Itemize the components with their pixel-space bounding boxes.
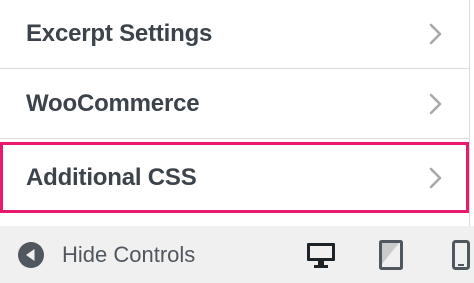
menu-item-label: WooCommerce: [26, 90, 200, 117]
mobile-icon: [452, 240, 470, 270]
tablet-icon: [379, 240, 403, 270]
chevron-right-icon: [429, 23, 442, 45]
hide-controls-label: Hide Controls: [62, 242, 196, 267]
menu-item-woocommerce[interactable]: WooCommerce: [0, 70, 469, 139]
collapse-arrow-icon: [18, 242, 44, 268]
menu-item-additional-css[interactable]: Additional CSS: [0, 142, 469, 213]
preview-tablet-button[interactable]: [377, 240, 405, 270]
preview-mobile-button[interactable]: [448, 240, 474, 270]
desktop-icon: [307, 243, 335, 268]
menu-item-excerpt-settings[interactable]: Excerpt Settings: [0, 0, 469, 69]
preview-desktop-button[interactable]: [305, 240, 337, 270]
customizer-footer: Hide Controls: [0, 226, 474, 283]
chevron-right-icon: [429, 167, 442, 188]
chevron-right-icon: [429, 93, 442, 115]
menu-item-label: Additional CSS: [26, 163, 197, 191]
hide-controls-button[interactable]: Hide Controls: [17, 240, 195, 270]
menu-item-label: Excerpt Settings: [26, 20, 213, 47]
